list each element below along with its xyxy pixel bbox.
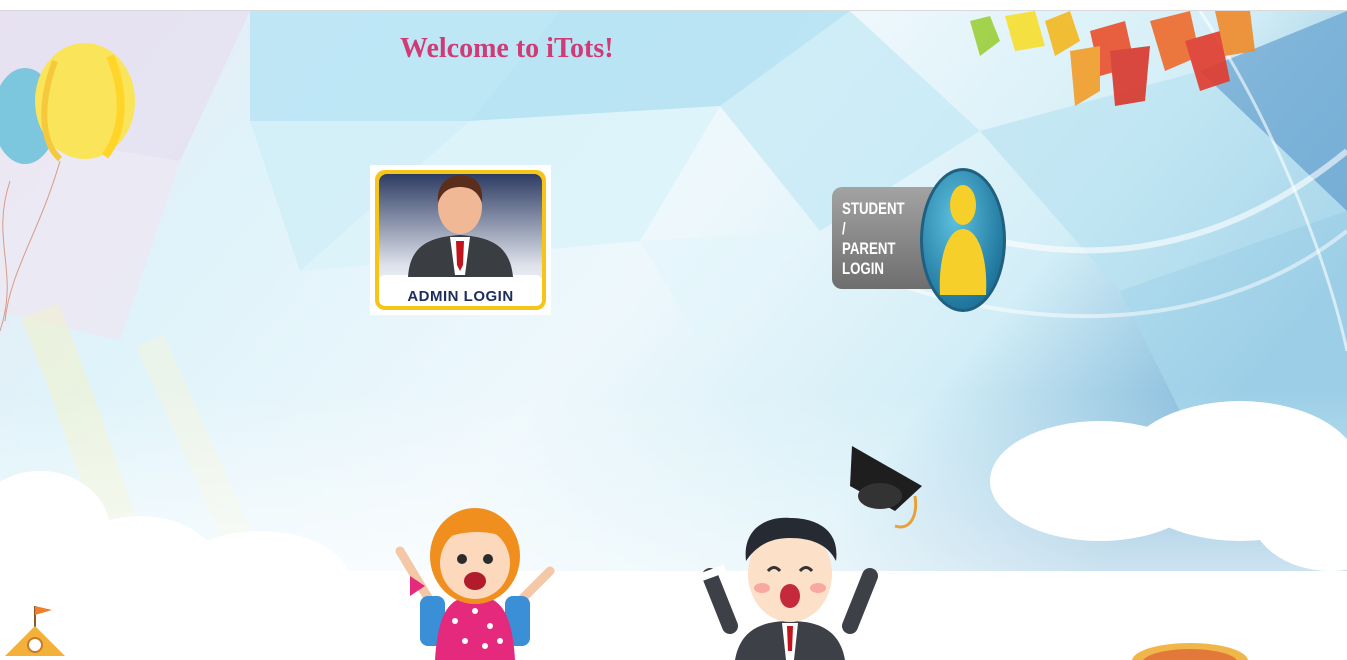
drum-icon [1132,643,1248,660]
student-parent-login-label: STUDENT / PARENT LOGIN [842,199,905,278]
admin-login-button[interactable]: ADMIN LOGIN [370,165,551,315]
graduation-cap-icon [850,446,922,529]
school-house-icon [5,606,65,656]
autumn-leaves-icon [970,11,1255,106]
cartoon-girl-icon [395,508,555,660]
cartoon-graduate-icon [695,446,922,660]
balloons-icon [0,43,135,331]
admin-login-label: ADMIN LOGIN [407,288,514,305]
page-title: Welcome to iTots! [400,33,614,64]
login-page: Welcome to iTots! ADMIN LOGIN STUDENT / … [0,11,1347,660]
top-bar [0,0,1347,11]
student-parent-login-button[interactable]: STUDENT / PARENT LOGIN [830,167,1008,313]
